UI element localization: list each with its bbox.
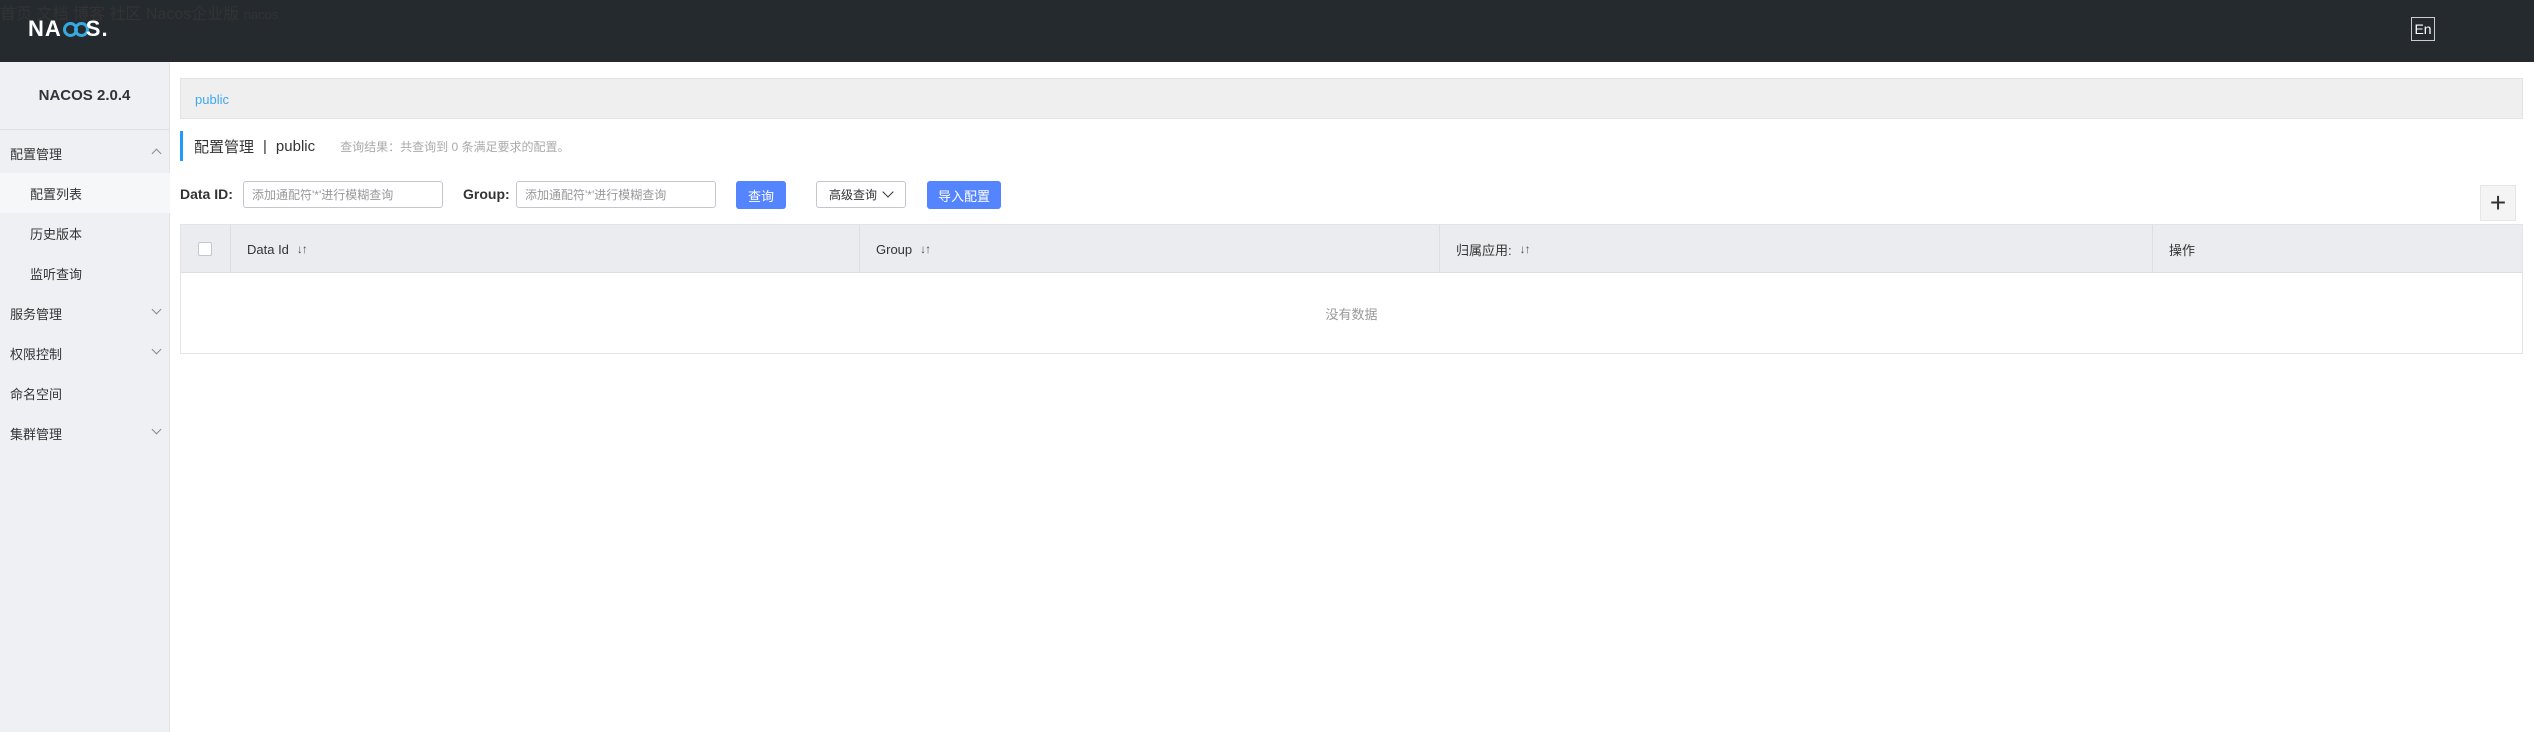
chevron-down-icon (882, 186, 894, 198)
language-switch-button[interactable]: En (2411, 17, 2435, 41)
top-header: NA S . 首页 文档 博客 社区 Nacos企业版 En nacos (0, 0, 2534, 62)
chevron-down-icon (151, 344, 162, 355)
select-all-checkbox[interactable] (198, 242, 212, 256)
column-app[interactable]: 归属应用: ↓↑ (1440, 225, 2153, 273)
sidebar-item-namespace[interactable]: 命名空间 (0, 373, 170, 413)
chevron-down-icon (151, 304, 162, 315)
sidebar-item-service-management[interactable]: 服务管理 (0, 293, 170, 333)
sidebar-item-config-management[interactable]: 配置管理 (0, 133, 170, 173)
sidebar-item-history[interactable]: 历史版本 (0, 213, 170, 253)
nacos-logo[interactable]: NA S . (28, 14, 109, 44)
chevron-up-icon (151, 148, 162, 159)
select-all-cell (181, 225, 231, 273)
data-id-input[interactable]: 添加通配符'*'进行模糊查询 (243, 181, 443, 208)
namespace-link-public[interactable]: public (195, 92, 229, 107)
sidebar: NACOS 2.0.4 配置管理 配置列表 历史版本 监听查询 服务管理 权限控… (0, 62, 170, 732)
sidebar-item-listener-query[interactable]: 监听查询 (0, 253, 170, 293)
sidebar-item-config-list[interactable]: 配置列表 (0, 173, 170, 213)
page-title-namespace: public (275, 137, 316, 155)
empty-state: 没有数据 (1325, 306, 1378, 322)
sort-icon[interactable]: ↓↑ (1520, 242, 1531, 256)
chevron-down-icon (151, 424, 162, 435)
config-table: Data Id ↓↑ Group ↓↑ 归属应用: ↓↑ 操作 没有数据 (180, 224, 2523, 354)
sidebar-title: NACOS 2.0.4 (0, 62, 169, 130)
advanced-query-dropdown[interactable]: 高级查询 (816, 181, 906, 208)
table-header: Data Id ↓↑ Group ↓↑ 归属应用: ↓↑ 操作 (181, 225, 2522, 273)
column-data-id[interactable]: Data Id ↓↑ (231, 225, 860, 273)
logo-rings-icon (62, 21, 89, 37)
query-button[interactable]: 查询 (736, 181, 786, 209)
namespace-bar: public (180, 78, 2523, 119)
nav-enterprise[interactable]: Nacos企业版 (146, 6, 239, 23)
sidebar-item-cluster-management[interactable]: 集群管理 (0, 413, 170, 453)
column-actions: 操作 (2169, 242, 2196, 258)
user-name[interactable]: nacos (244, 7, 279, 22)
column-group[interactable]: Group ↓↑ (860, 225, 1440, 273)
query-result-text: 查询结果：共查询到 0 条满足要求的配置。 (340, 139, 570, 154)
group-label: Group: (463, 186, 510, 202)
data-id-label: Data ID: (180, 186, 233, 202)
nav-community[interactable]: 社区 (109, 6, 141, 23)
import-config-button[interactable]: 导入配置 (927, 181, 1001, 209)
page-title-main: 配置管理 (194, 138, 255, 156)
group-input[interactable]: 添加通配符'*'进行模糊查询 (516, 181, 716, 208)
sidebar-item-access-control[interactable]: 权限控制 (0, 333, 170, 373)
title-separator: | (263, 137, 267, 155)
page-title: 配置管理 | public 查询结果：共查询到 0 条满足要求的配置。 (180, 131, 569, 161)
sort-icon[interactable]: ↓↑ (297, 242, 308, 256)
add-config-button[interactable]: + (2480, 185, 2516, 221)
sort-icon[interactable]: ↓↑ (920, 242, 931, 256)
plus-icon: + (2489, 187, 2507, 218)
